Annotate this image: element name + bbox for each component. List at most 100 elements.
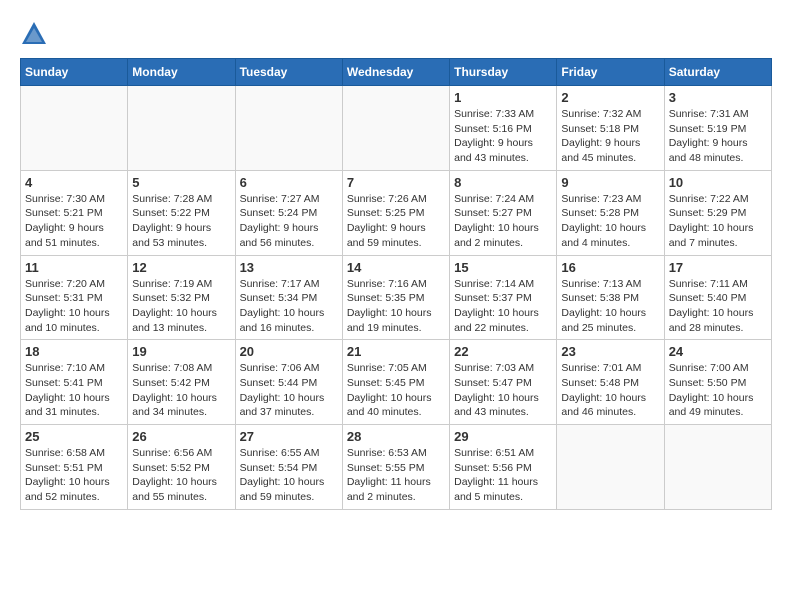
day-number: 1 [454,90,552,105]
day-info: Sunrise: 7:31 AM Sunset: 5:19 PM Dayligh… [669,107,767,166]
day-number: 6 [240,175,338,190]
calendar-cell: 9 Sunrise: 7:23 AM Sunset: 5:28 PM Daylig… [557,170,664,255]
column-header-friday: Friday [557,59,664,86]
calendar-week-row: 25 Sunrise: 6:58 AM Sunset: 5:51 PM Dayli… [21,425,772,510]
day-number: 14 [347,260,445,275]
day-number: 12 [132,260,230,275]
day-number: 18 [25,344,123,359]
column-header-wednesday: Wednesday [342,59,449,86]
calendar-cell: 12 Sunrise: 7:19 AM Sunset: 5:32 PM Dayli… [128,255,235,340]
day-info: Sunrise: 7:16 AM Sunset: 5:35 PM Dayligh… [347,277,445,336]
day-info: Sunrise: 7:30 AM Sunset: 5:21 PM Dayligh… [25,192,123,251]
day-info: Sunrise: 7:19 AM Sunset: 5:32 PM Dayligh… [132,277,230,336]
calendar-week-row: 1 Sunrise: 7:33 AM Sunset: 5:16 PM Daylig… [21,86,772,171]
calendar-cell: 7Sunrise: 7:26 AM Sunset: 5:25 PM Daylig… [342,170,449,255]
calendar-cell: 3 Sunrise: 7:31 AM Sunset: 5:19 PM Daylig… [664,86,771,171]
calendar-cell: 14 Sunrise: 7:16 AM Sunset: 5:35 PM Dayli… [342,255,449,340]
day-number: 10 [669,175,767,190]
logo [20,20,52,48]
day-number: 13 [240,260,338,275]
calendar-week-row: 18 Sunrise: 7:10 AM Sunset: 5:41 PM Dayli… [21,340,772,425]
day-info: Sunrise: 7:01 AM Sunset: 5:48 PM Dayligh… [561,361,659,420]
calendar-cell: 17 Sunrise: 7:11 AM Sunset: 5:40 PM Dayli… [664,255,771,340]
calendar-cell: 5 Sunrise: 7:28 AM Sunset: 5:22 PM Daylig… [128,170,235,255]
day-number: 23 [561,344,659,359]
day-number: 8 [454,175,552,190]
calendar-cell: 28Sunrise: 6:53 AM Sunset: 5:55 PM Dayli… [342,425,449,510]
day-number: 9 [561,175,659,190]
day-info: Sunrise: 7:26 AM Sunset: 5:25 PM Dayligh… [347,192,445,251]
calendar-cell [21,86,128,171]
calendar-cell [342,86,449,171]
calendar-cell: 23 Sunrise: 7:01 AM Sunset: 5:48 PM Dayli… [557,340,664,425]
calendar-cell: 25 Sunrise: 6:58 AM Sunset: 5:51 PM Dayli… [21,425,128,510]
calendar-cell: 16Sunrise: 7:13 AM Sunset: 5:38 PM Dayli… [557,255,664,340]
column-header-sunday: Sunday [21,59,128,86]
calendar-week-row: 4Sunrise: 7:30 AM Sunset: 5:21 PM Daylig… [21,170,772,255]
column-header-saturday: Saturday [664,59,771,86]
calendar-cell: 2 Sunrise: 7:32 AM Sunset: 5:18 PM Daylig… [557,86,664,171]
day-number: 5 [132,175,230,190]
day-info: Sunrise: 7:10 AM Sunset: 5:41 PM Dayligh… [25,361,123,420]
calendar-cell: 1 Sunrise: 7:33 AM Sunset: 5:16 PM Daylig… [450,86,557,171]
calendar-cell: 8 Sunrise: 7:24 AM Sunset: 5:27 PM Daylig… [450,170,557,255]
calendar-cell: 24 Sunrise: 7:00 AM Sunset: 5:50 PM Dayli… [664,340,771,425]
day-number: 11 [25,260,123,275]
day-number: 2 [561,90,659,105]
day-info: Sunrise: 7:23 AM Sunset: 5:28 PM Dayligh… [561,192,659,251]
calendar-cell: 21Sunrise: 7:05 AM Sunset: 5:45 PM Dayli… [342,340,449,425]
day-number: 15 [454,260,552,275]
calendar-cell: 19Sunrise: 7:08 AM Sunset: 5:42 PM Dayli… [128,340,235,425]
day-info: Sunrise: 7:11 AM Sunset: 5:40 PM Dayligh… [669,277,767,336]
day-info: Sunrise: 7:28 AM Sunset: 5:22 PM Dayligh… [132,192,230,251]
calendar-cell: 20Sunrise: 7:06 AM Sunset: 5:44 PM Dayli… [235,340,342,425]
day-info: Sunrise: 7:22 AM Sunset: 5:29 PM Dayligh… [669,192,767,251]
calendar-cell [557,425,664,510]
calendar-cell [664,425,771,510]
day-info: Sunrise: 7:14 AM Sunset: 5:37 PM Dayligh… [454,277,552,336]
calendar-cell [128,86,235,171]
calendar-cell: 18 Sunrise: 7:10 AM Sunset: 5:41 PM Dayli… [21,340,128,425]
day-info: Sunrise: 7:20 AM Sunset: 5:31 PM Dayligh… [25,277,123,336]
day-number: 26 [132,429,230,444]
day-info: Sunrise: 6:51 AM Sunset: 5:56 PM Dayligh… [454,446,552,505]
day-info: Sunrise: 7:32 AM Sunset: 5:18 PM Dayligh… [561,107,659,166]
day-number: 25 [25,429,123,444]
calendar-cell: 22 Sunrise: 7:03 AM Sunset: 5:47 PM Dayli… [450,340,557,425]
day-number: 3 [669,90,767,105]
calendar-cell: 11 Sunrise: 7:20 AM Sunset: 5:31 PM Dayli… [21,255,128,340]
day-info: Sunrise: 7:05 AM Sunset: 5:45 PM Dayligh… [347,361,445,420]
calendar-cell [235,86,342,171]
calendar-cell: 27 Sunrise: 6:55 AM Sunset: 5:54 PM Dayli… [235,425,342,510]
calendar-cell: 6 Sunrise: 7:27 AM Sunset: 5:24 PM Daylig… [235,170,342,255]
day-number: 24 [669,344,767,359]
calendar-cell: 13 Sunrise: 7:17 AM Sunset: 5:34 PM Dayli… [235,255,342,340]
page-header [20,20,772,48]
day-number: 17 [669,260,767,275]
calendar-cell: 15 Sunrise: 7:14 AM Sunset: 5:37 PM Dayli… [450,255,557,340]
day-info: Sunrise: 7:27 AM Sunset: 5:24 PM Dayligh… [240,192,338,251]
day-info: Sunrise: 6:58 AM Sunset: 5:51 PM Dayligh… [25,446,123,505]
day-info: Sunrise: 7:24 AM Sunset: 5:27 PM Dayligh… [454,192,552,251]
day-info: Sunrise: 7:13 AM Sunset: 5:38 PM Dayligh… [561,277,659,336]
day-number: 20 [240,344,338,359]
day-info: Sunrise: 7:33 AM Sunset: 5:16 PM Dayligh… [454,107,552,166]
day-info: Sunrise: 7:00 AM Sunset: 5:50 PM Dayligh… [669,361,767,420]
day-info: Sunrise: 6:55 AM Sunset: 5:54 PM Dayligh… [240,446,338,505]
logo-icon [20,20,48,48]
day-number: 29 [454,429,552,444]
day-info: Sunrise: 7:03 AM Sunset: 5:47 PM Dayligh… [454,361,552,420]
column-header-monday: Monday [128,59,235,86]
calendar-header-row: SundayMondayTuesdayWednesdayThursdayFrid… [21,59,772,86]
calendar-cell: 29 Sunrise: 6:51 AM Sunset: 5:56 PM Dayli… [450,425,557,510]
calendar-table: SundayMondayTuesdayWednesdayThursdayFrid… [20,58,772,510]
day-info: Sunrise: 6:56 AM Sunset: 5:52 PM Dayligh… [132,446,230,505]
day-number: 22 [454,344,552,359]
day-number: 27 [240,429,338,444]
calendar-cell: 10 Sunrise: 7:22 AM Sunset: 5:29 PM Dayli… [664,170,771,255]
day-info: Sunrise: 6:53 AM Sunset: 5:55 PM Dayligh… [347,446,445,505]
day-info: Sunrise: 7:08 AM Sunset: 5:42 PM Dayligh… [132,361,230,420]
column-header-thursday: Thursday [450,59,557,86]
calendar-cell: 4Sunrise: 7:30 AM Sunset: 5:21 PM Daylig… [21,170,128,255]
day-info: Sunrise: 7:17 AM Sunset: 5:34 PM Dayligh… [240,277,338,336]
